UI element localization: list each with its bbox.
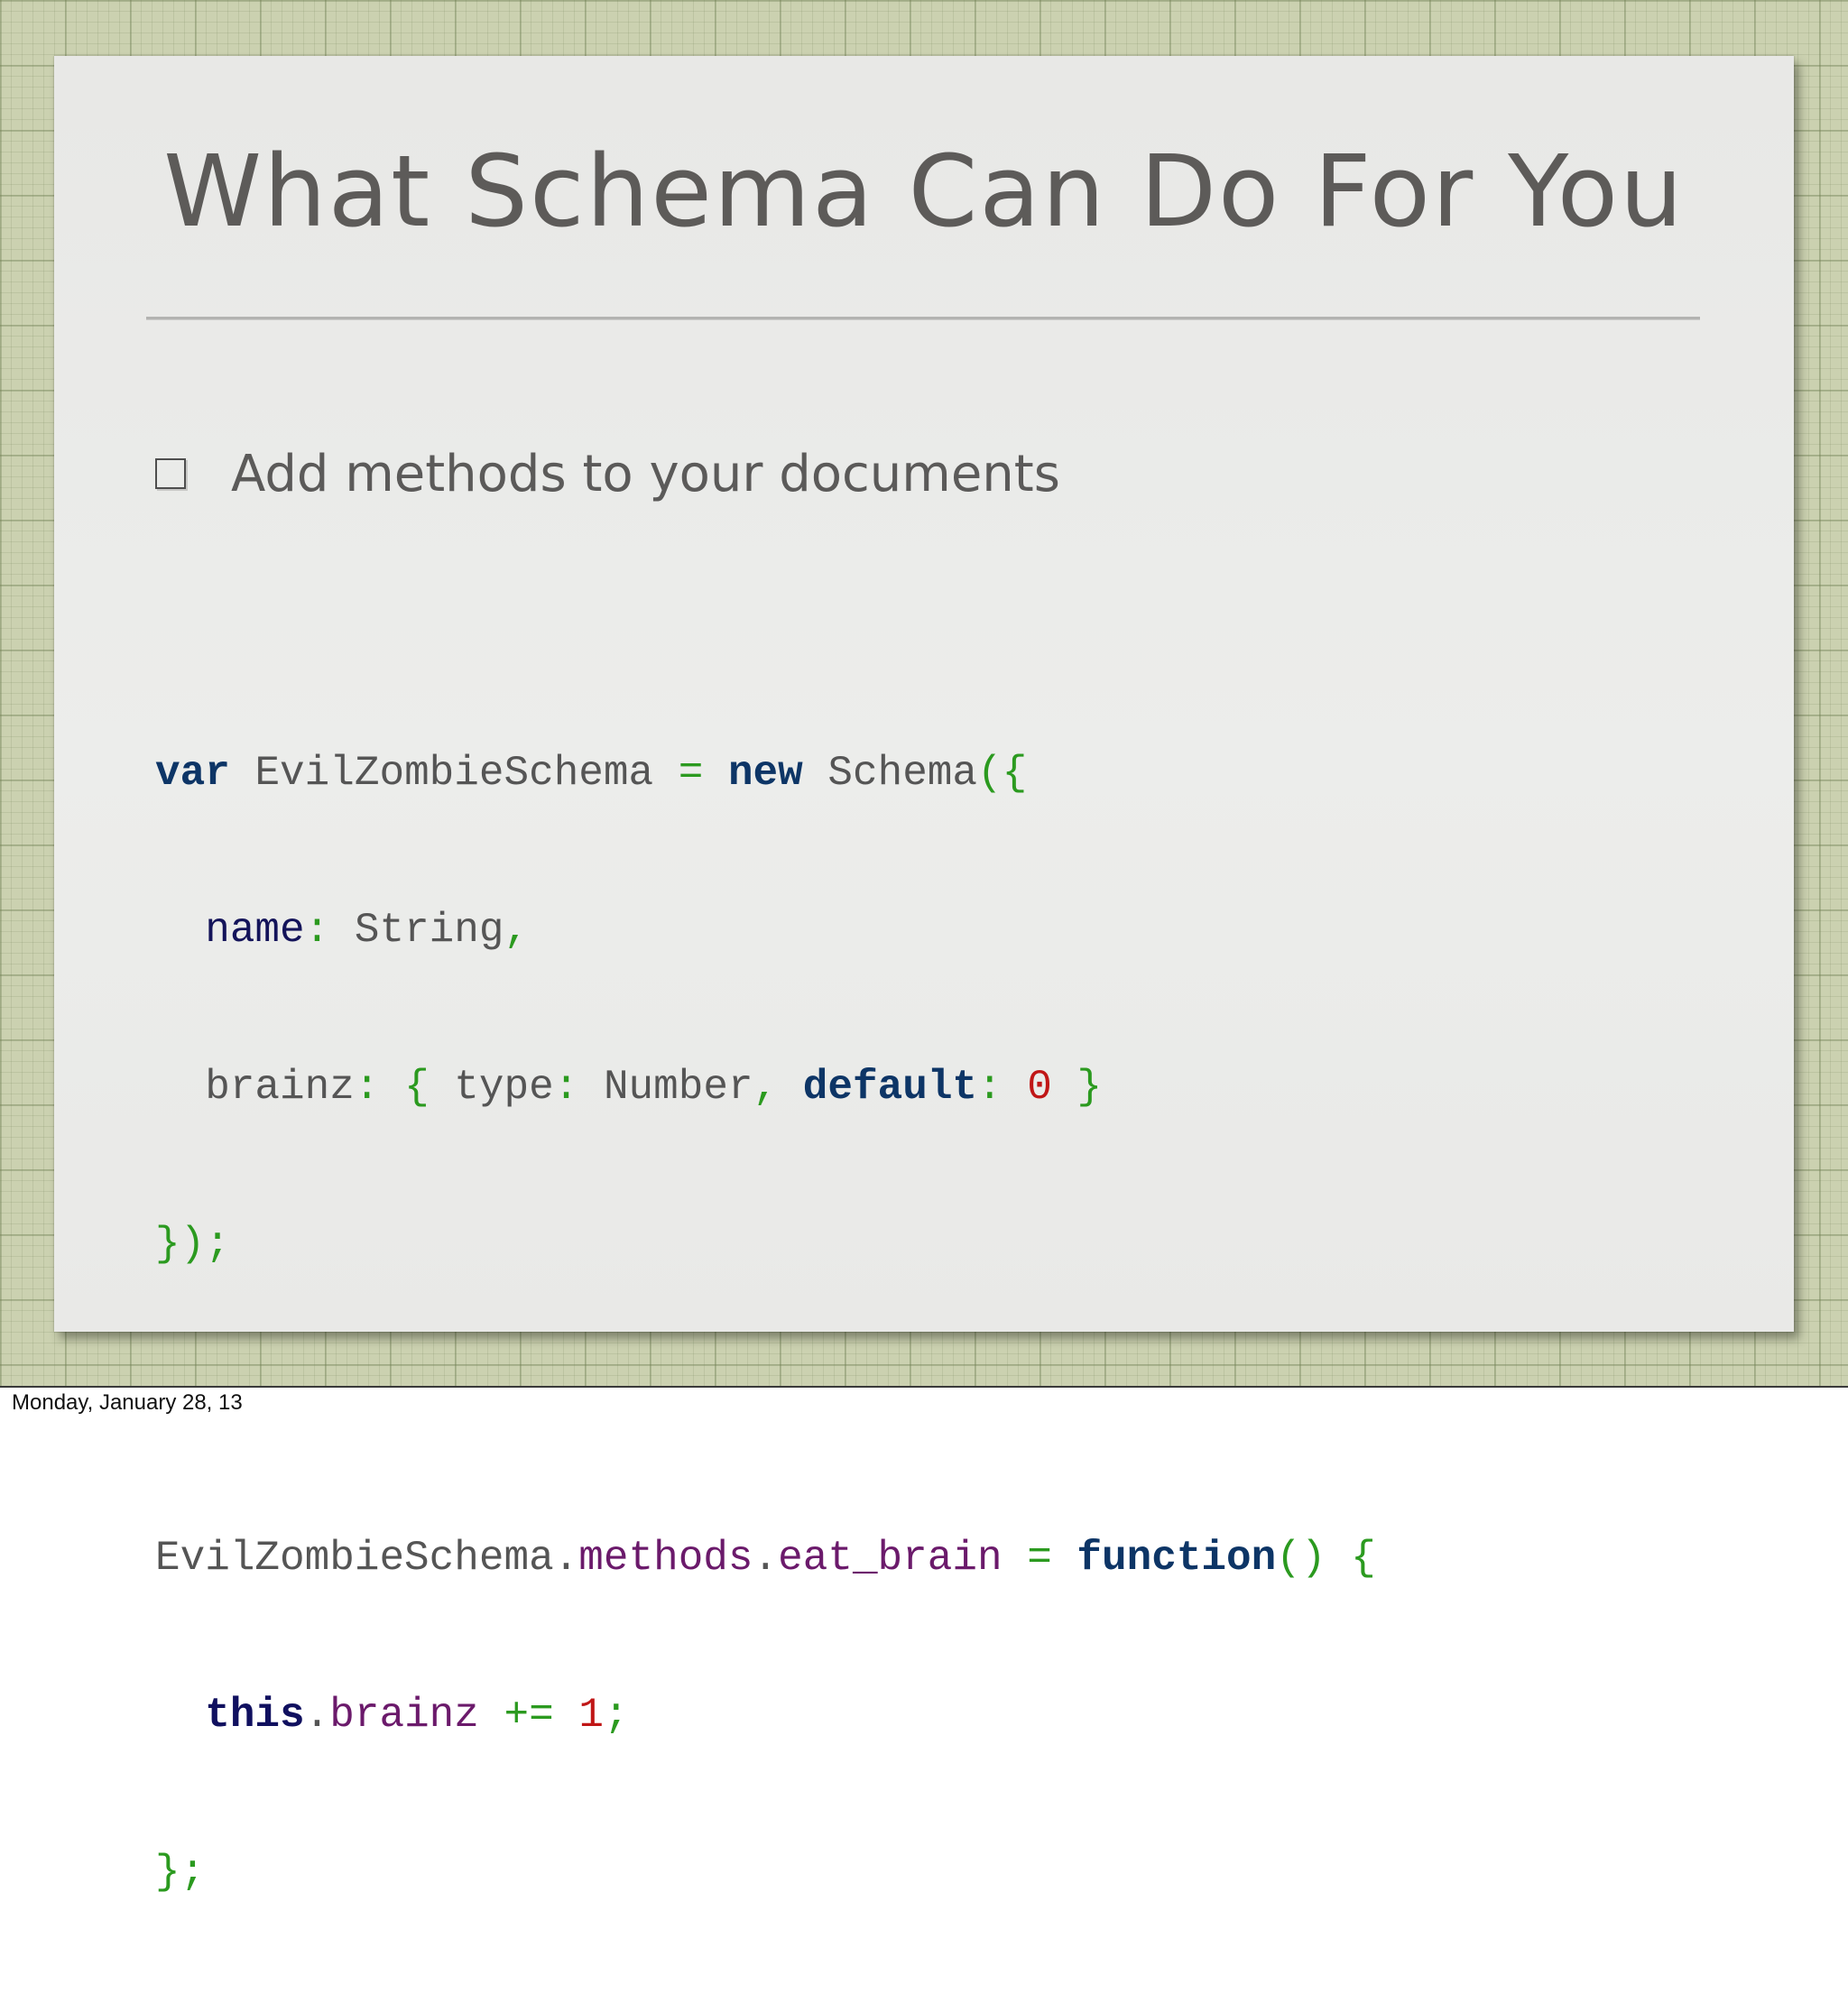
- code-operator: =: [678, 750, 704, 797]
- code-punctuation: .: [553, 1535, 579, 1582]
- code-line-6: EvilZombieSchema.methods.eat_brain = fun…: [155, 1532, 1376, 1584]
- code-punctuation: }: [1076, 1064, 1103, 1111]
- code-identifier: Number: [603, 1064, 753, 1111]
- slide-background: What Schema Can Do For You Add methods t…: [0, 0, 1848, 1896]
- code-number: 1: [578, 1692, 604, 1739]
- bullet-item: Add methods to your documents: [155, 444, 1060, 503]
- code-punctuation: :: [354, 1064, 380, 1111]
- code-keyword-function: function: [1076, 1535, 1277, 1582]
- bullet-text: Add methods to your documents: [231, 444, 1060, 503]
- code-punctuation: ({: [977, 750, 1028, 797]
- code-member: methods: [578, 1535, 753, 1582]
- slide-title: What Schema Can Do For You: [163, 134, 1685, 249]
- code-punctuation: :: [304, 907, 330, 954]
- code-identifier: Schema: [827, 750, 978, 797]
- code-operator: =: [1027, 1535, 1052, 1582]
- code-keyword-default: default: [802, 1064, 978, 1111]
- code-punctuation: :: [977, 1064, 1003, 1111]
- code-punctuation: (): [1276, 1535, 1326, 1582]
- code-punctuation: {: [404, 1064, 430, 1111]
- code-punctuation: ;: [603, 1692, 629, 1739]
- code-line-2: name: String,: [155, 904, 1376, 956]
- code-member: brainz: [329, 1692, 479, 1739]
- code-punctuation: ,: [753, 1064, 779, 1111]
- code-line-7: this.brainz += 1;: [155, 1689, 1376, 1741]
- code-punctuation: });: [155, 1221, 230, 1268]
- code-punctuation: ,: [504, 907, 530, 954]
- code-punctuation: .: [304, 1692, 330, 1739]
- code-identifier: EvilZombieSchema: [155, 1535, 554, 1582]
- code-line-4: });: [155, 1218, 1376, 1270]
- footer-date: Monday, January 28, 13: [12, 1390, 243, 1415]
- code-identifier: EvilZombieSchema: [254, 750, 654, 797]
- code-punctuation: {: [1351, 1535, 1376, 1582]
- code-punctuation: :: [553, 1064, 579, 1111]
- code-block: var EvilZombieSchema = new Schema({ name…: [155, 642, 1376, 2003]
- code-property: name: [205, 907, 305, 954]
- code-member: eat_brain: [778, 1535, 1003, 1582]
- code-number: 0: [1027, 1064, 1052, 1111]
- code-identifier: brainz: [205, 1064, 355, 1111]
- code-operator: +=: [504, 1692, 554, 1739]
- code-keyword-new: new: [727, 750, 803, 797]
- code-identifier: String: [354, 907, 504, 954]
- title-divider: [146, 317, 1700, 320]
- code-keyword-var: var: [155, 750, 230, 797]
- code-line-8: };: [155, 1846, 1376, 1898]
- code-line-3: brainz: { type: Number, default: 0 }: [155, 1061, 1376, 1113]
- code-keyword-this: this: [205, 1692, 305, 1739]
- checkbox-bullet-icon: [155, 458, 186, 489]
- code-punctuation: };: [155, 1849, 206, 1896]
- code-line-1: var EvilZombieSchema = new Schema({: [155, 747, 1376, 799]
- code-punctuation: .: [753, 1535, 779, 1582]
- code-identifier: type: [454, 1064, 554, 1111]
